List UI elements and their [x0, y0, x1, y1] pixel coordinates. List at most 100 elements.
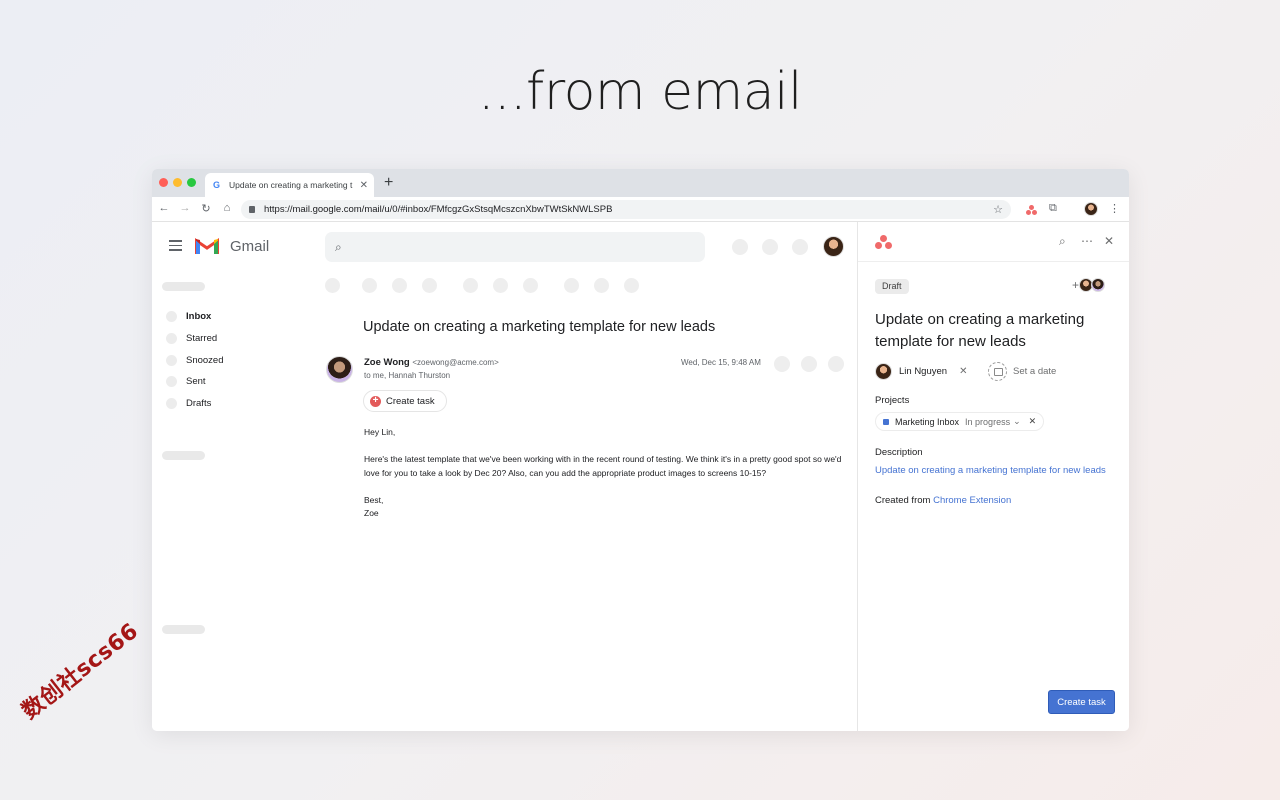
profile-avatar[interactable] — [1084, 202, 1098, 216]
browser-window: G Update on creating a marketing t ✕ + ←… — [152, 169, 1129, 731]
toolbar-icon[interactable] — [624, 278, 639, 293]
folder-label: Inbox — [186, 311, 212, 323]
star-message-icon[interactable] — [774, 356, 790, 372]
folder-sent[interactable]: Sent — [166, 371, 224, 393]
email-subject: Update on creating a marketing template … — [363, 319, 716, 335]
tab-title: Update on creating a marketing t — [229, 180, 353, 190]
create-task-label: Create task — [386, 395, 435, 407]
new-tab-button[interactable]: + — [384, 174, 393, 192]
google-favicon-icon: G — [213, 180, 221, 190]
settings-icon[interactable] — [762, 239, 778, 255]
toolbar-icon[interactable] — [523, 278, 538, 293]
draft-icon — [166, 398, 177, 410]
home-icon[interactable]: ⌂ — [220, 202, 234, 214]
watermark: 数创社scs66 — [17, 618, 144, 725]
minimize-window-button[interactable] — [173, 178, 182, 187]
clock-icon — [166, 354, 177, 366]
gmail-pane: Gmail ⌕ Inbox Starred Snoozed Sent Draft… — [152, 222, 857, 731]
account-avatar[interactable] — [823, 236, 844, 257]
email-paragraph: Here's the latest template that we've be… — [364, 454, 842, 478]
project-status[interactable]: In progress — [965, 417, 1010, 427]
mail-folder-list: Inbox Starred Snoozed Sent Drafts — [166, 306, 224, 414]
email-signoff: Best, — [364, 494, 384, 505]
forward-icon[interactable]: → — [178, 202, 192, 214]
folder-inbox[interactable]: Inbox — [166, 306, 224, 328]
search-icon[interactable]: ⌕ — [1059, 234, 1066, 249]
toolbar-icon[interactable] — [594, 278, 609, 293]
status-badge: Draft — [875, 279, 909, 294]
toolbar-icon[interactable] — [493, 278, 508, 293]
browser-tab[interactable]: G Update on creating a marketing t ✕ — [205, 173, 374, 197]
project-name: Marketing Inbox — [895, 416, 960, 427]
task-title[interactable]: Update on creating a marketing template … — [875, 309, 1120, 353]
main-menu-icon[interactable] — [169, 240, 182, 254]
toolbar-icon[interactable] — [392, 278, 407, 293]
reply-icon[interactable] — [801, 356, 817, 372]
folder-snoozed[interactable]: Snoozed — [166, 349, 224, 371]
folder-drafts[interactable]: Drafts — [166, 393, 224, 415]
plus-icon: + — [370, 395, 381, 407]
chevron-down-icon[interactable]: ⌄ — [1013, 416, 1021, 427]
toolbar-icon[interactable] — [564, 278, 579, 293]
sender-line: Zoe Wong <zoewong@acme.com> — [364, 357, 499, 368]
remove-project-icon[interactable]: ✕ — [1029, 416, 1037, 427]
gmail-wordmark: Gmail — [230, 238, 270, 255]
email-date: Wed, Dec 15, 9:48 AM — [681, 358, 761, 367]
collaborators[interactable]: + — [1072, 278, 1106, 292]
description-link[interactable]: Update on creating a marketing template … — [875, 465, 1106, 476]
due-date-placeholder: Set a date — [1013, 366, 1057, 377]
folder-starred[interactable]: Starred — [166, 328, 224, 350]
folder-label: Drafts — [186, 398, 212, 410]
assignee-avatar — [875, 363, 892, 380]
reload-icon[interactable]: ↻ — [199, 202, 213, 215]
search-icon: ⌕ — [335, 239, 342, 254]
back-icon[interactable]: ← — [157, 202, 171, 214]
close-window-button[interactable] — [159, 178, 168, 187]
inbox-icon — [166, 311, 177, 323]
chrome-extension-link[interactable]: Chrome Extension — [933, 495, 1011, 506]
recipients: to me, Hannah Thurston — [364, 371, 451, 380]
assignee-field[interactable]: Lin Nguyen ✕ — [875, 363, 967, 380]
extensions-puzzle-icon[interactable]: ⧉ — [1049, 202, 1057, 215]
sender-name: Zoe Wong — [364, 357, 410, 368]
mail-search-input[interactable]: ⌕ — [325, 232, 705, 262]
folder-label: Snoozed — [186, 354, 224, 366]
close-tab-icon[interactable]: ✕ — [360, 180, 368, 191]
more-options-icon[interactable] — [828, 356, 844, 372]
toolbar-icon[interactable] — [362, 278, 377, 293]
sender-email: <zoewong@acme.com> — [412, 358, 499, 367]
star-icon — [166, 333, 177, 345]
folder-label: Starred — [186, 333, 218, 345]
apps-icon[interactable] — [792, 239, 808, 255]
bookmark-star-icon[interactable]: ☆ — [993, 203, 1003, 216]
create-task-chip[interactable]: + Create task — [363, 390, 447, 412]
maximize-window-button[interactable] — [187, 178, 196, 187]
sender-avatar — [326, 356, 353, 383]
project-chip[interactable]: Marketing Inbox In progress ⌄ ✕ — [875, 412, 1045, 431]
toolbar-icon[interactable] — [463, 278, 478, 293]
create-task-button[interactable]: Create task — [1048, 690, 1115, 714]
asana-extension-icon[interactable] — [1026, 205, 1037, 215]
support-icon[interactable] — [732, 239, 748, 255]
url-field[interactable]: https://mail.google.com/mail/u/0/#inbox/… — [241, 200, 1011, 219]
created-from-prefix: Created from — [875, 495, 931, 506]
more-options-icon[interactable]: ⋯ — [1081, 234, 1094, 248]
project-color-icon — [883, 418, 889, 425]
remove-assignee-icon[interactable]: ✕ — [959, 366, 967, 377]
assignee-name: Lin Nguyen — [899, 366, 948, 377]
close-icon[interactable]: ✕ — [1104, 234, 1114, 248]
email-body: Hey Lin, Here's the latest template that… — [364, 426, 849, 521]
asana-panel: ⌕ ⋯ ✕ Draft + Update on creating a marke… — [857, 222, 1129, 731]
calendar-icon — [988, 362, 1007, 381]
tab-bar: G Update on creating a marketing t ✕ + — [152, 169, 1129, 197]
browser-menu-icon[interactable]: ⋮ — [1109, 202, 1120, 215]
due-date-field[interactable]: Set a date — [988, 362, 1056, 381]
add-collaborator-icon[interactable]: + — [1072, 278, 1079, 292]
collaborator-avatar — [1091, 278, 1106, 292]
compose-placeholder[interactable] — [162, 282, 205, 291]
lock-icon — [249, 206, 255, 213]
toolbar-icon[interactable] — [422, 278, 437, 293]
projects-label: Projects — [875, 395, 910, 406]
select-checkbox-icon[interactable] — [325, 278, 340, 293]
address-bar-row: ← → ↻ ⌂ https://mail.google.com/mail/u/0… — [152, 197, 1129, 222]
